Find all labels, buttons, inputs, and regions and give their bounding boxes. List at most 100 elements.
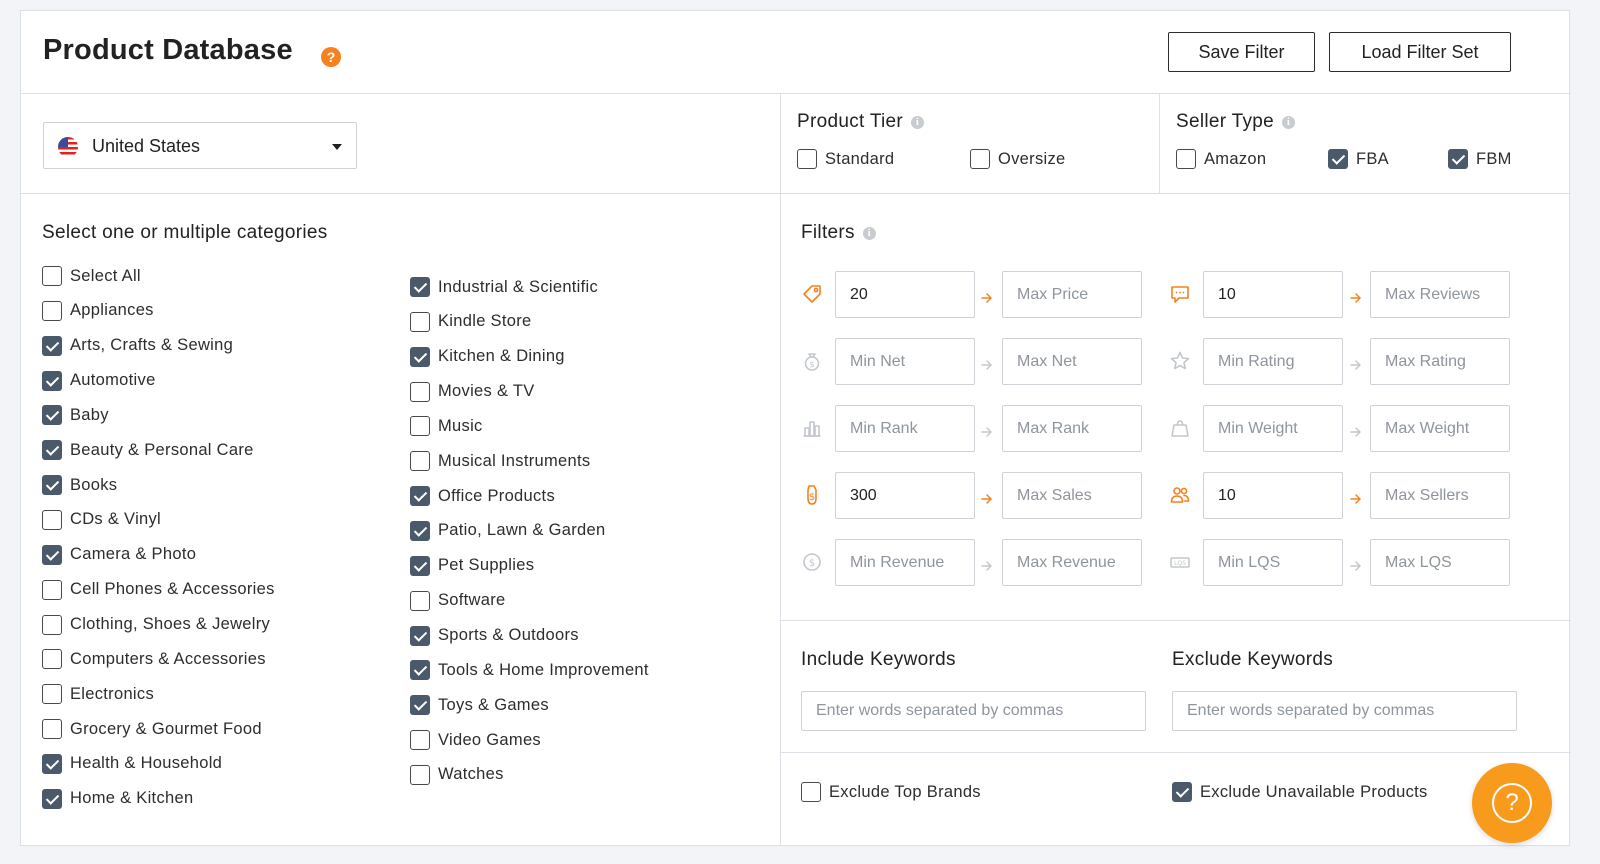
seller-fbm[interactable]: FBM — [1448, 148, 1512, 170]
category-cell-phones-and-accessories[interactable]: Cell Phones & Accessories — [42, 579, 275, 601]
checkbox-icon[interactable] — [42, 266, 62, 286]
marketplace-select[interactable]: United States — [43, 122, 357, 169]
checkbox-icon[interactable] — [410, 451, 430, 472]
checkbox-checked-icon[interactable] — [42, 405, 62, 426]
category-tools-and-home-improvement[interactable]: Tools & Home Improvement — [410, 659, 649, 681]
max-revenue-input[interactable] — [1002, 539, 1142, 586]
exclusion-exclude-top-brands[interactable]: Exclude Top Brands — [801, 781, 981, 803]
checkbox-checked-icon[interactable] — [42, 788, 62, 809]
help-question-icon[interactable]: ? — [321, 47, 341, 67]
checkbox-icon[interactable] — [797, 149, 817, 169]
seller-amazon[interactable]: Amazon — [1176, 148, 1266, 170]
category-baby[interactable]: Baby — [42, 404, 109, 426]
info-icon[interactable]: i — [911, 116, 925, 129]
min-sellers-input[interactable] — [1203, 472, 1343, 519]
category-beauty-and-personal-care[interactable]: Beauty & Personal Care — [42, 439, 254, 461]
min-rating-input[interactable] — [1203, 338, 1343, 385]
checkbox-icon[interactable] — [410, 416, 430, 437]
checkbox-icon[interactable] — [42, 300, 62, 321]
checkbox-icon[interactable] — [42, 579, 62, 600]
checkbox-icon[interactable] — [42, 684, 62, 705]
category-video-games[interactable]: Video Games — [410, 729, 541, 751]
min-reviews-input[interactable] — [1203, 271, 1343, 318]
checkbox-icon[interactable] — [410, 381, 430, 402]
category-clothing-shoes-and-jewelry[interactable]: Clothing, Shoes & Jewelry — [42, 614, 270, 636]
checkbox-icon[interactable] — [42, 649, 62, 670]
category-grocery-and-gourmet-food[interactable]: Grocery & Gourmet Food — [42, 718, 262, 740]
category-music[interactable]: Music — [410, 415, 483, 437]
category-electronics[interactable]: Electronics — [42, 683, 154, 705]
tier-standard[interactable]: Standard — [797, 148, 894, 170]
min-price-input[interactable] — [835, 271, 975, 318]
category-office-products[interactable]: Office Products — [410, 485, 555, 507]
category-watches[interactable]: Watches — [410, 764, 504, 786]
checkbox-checked-icon[interactable] — [410, 625, 430, 646]
category-software[interactable]: Software — [410, 590, 506, 612]
checkbox-checked-icon[interactable] — [42, 475, 62, 496]
checkbox-checked-icon[interactable] — [410, 520, 430, 541]
max-rating-input[interactable] — [1370, 338, 1510, 385]
checkbox-checked-icon[interactable] — [42, 440, 62, 461]
category-select-all[interactable]: Select All — [42, 265, 141, 287]
exclude-keywords-input[interactable] — [1172, 691, 1517, 731]
min-weight-input[interactable] — [1203, 405, 1343, 452]
checkbox-icon[interactable] — [410, 311, 430, 332]
category-pet-supplies[interactable]: Pet Supplies — [410, 555, 534, 577]
min-net-input[interactable] — [835, 338, 975, 385]
exclusion-exclude-unavailable-products[interactable]: Exclude Unavailable Products — [1172, 781, 1428, 803]
checkbox-checked-icon[interactable] — [410, 486, 430, 507]
category-books[interactable]: Books — [42, 474, 117, 496]
max-lqs-input[interactable] — [1370, 539, 1510, 586]
category-health-and-household[interactable]: Health & Household — [42, 753, 222, 775]
checkbox-icon[interactable] — [1176, 149, 1196, 169]
max-net-input[interactable] — [1002, 338, 1142, 385]
checkbox-icon[interactable] — [410, 730, 430, 751]
category-musical-instruments[interactable]: Musical Instruments — [410, 450, 590, 472]
tier-oversize[interactable]: Oversize — [970, 148, 1066, 170]
max-price-input[interactable] — [1002, 271, 1142, 318]
info-icon[interactable]: i — [1282, 116, 1296, 129]
load-filter-set-button[interactable]: Load Filter Set — [1329, 32, 1511, 72]
max-rank-input[interactable] — [1002, 405, 1142, 452]
checkbox-icon[interactable] — [410, 590, 430, 611]
category-automotive[interactable]: Automotive — [42, 370, 156, 392]
category-movies-and-tv[interactable]: Movies & TV — [410, 381, 535, 403]
checkbox-checked-icon[interactable] — [42, 370, 62, 391]
save-filter-button[interactable]: Save Filter — [1168, 32, 1315, 72]
min-revenue-input[interactable] — [835, 539, 975, 586]
category-sports-and-outdoors[interactable]: Sports & Outdoors — [410, 625, 579, 647]
checkbox-checked-icon[interactable] — [1448, 149, 1468, 169]
max-sellers-input[interactable] — [1370, 472, 1510, 519]
checkbox-checked-icon[interactable] — [410, 346, 430, 367]
category-toys-and-games[interactable]: Toys & Games — [410, 694, 549, 716]
category-arts-crafts-and-sewing[interactable]: Arts, Crafts & Sewing — [42, 335, 233, 357]
category-industrial-and-scientific[interactable]: Industrial & Scientific — [410, 276, 598, 298]
checkbox-checked-icon[interactable] — [410, 555, 430, 576]
checkbox-checked-icon[interactable] — [42, 335, 62, 356]
checkbox-checked-icon[interactable] — [42, 753, 62, 774]
checkbox-icon[interactable] — [410, 764, 430, 785]
info-icon[interactable]: i — [862, 227, 876, 240]
category-camera-and-photo[interactable]: Camera & Photo — [42, 544, 196, 566]
checkbox-checked-icon[interactable] — [410, 695, 430, 716]
category-kindle-store[interactable]: Kindle Store — [410, 311, 532, 333]
min-lqs-input[interactable] — [1203, 539, 1343, 586]
checkbox-checked-icon[interactable] — [410, 660, 430, 681]
category-kitchen-and-dining[interactable]: Kitchen & Dining — [410, 346, 565, 368]
checkbox-checked-icon[interactable] — [42, 544, 62, 565]
max-weight-input[interactable] — [1370, 405, 1510, 452]
checkbox-icon[interactable] — [42, 509, 62, 530]
seller-fba[interactable]: FBA — [1328, 148, 1389, 170]
category-computers-and-accessories[interactable]: Computers & Accessories — [42, 648, 266, 670]
checkbox-icon[interactable] — [801, 782, 821, 802]
checkbox-checked-icon[interactable] — [1172, 782, 1192, 802]
help-chat-button[interactable]: ? — [1472, 763, 1552, 843]
max-sales-input[interactable] — [1002, 472, 1142, 519]
checkbox-icon[interactable] — [42, 719, 62, 740]
checkbox-icon[interactable] — [970, 149, 990, 169]
min-rank-input[interactable] — [835, 405, 975, 452]
category-cds-and-vinyl[interactable]: CDs & Vinyl — [42, 509, 161, 531]
category-appliances[interactable]: Appliances — [42, 300, 154, 322]
checkbox-checked-icon[interactable] — [1328, 149, 1348, 169]
checkbox-icon[interactable] — [42, 614, 62, 635]
